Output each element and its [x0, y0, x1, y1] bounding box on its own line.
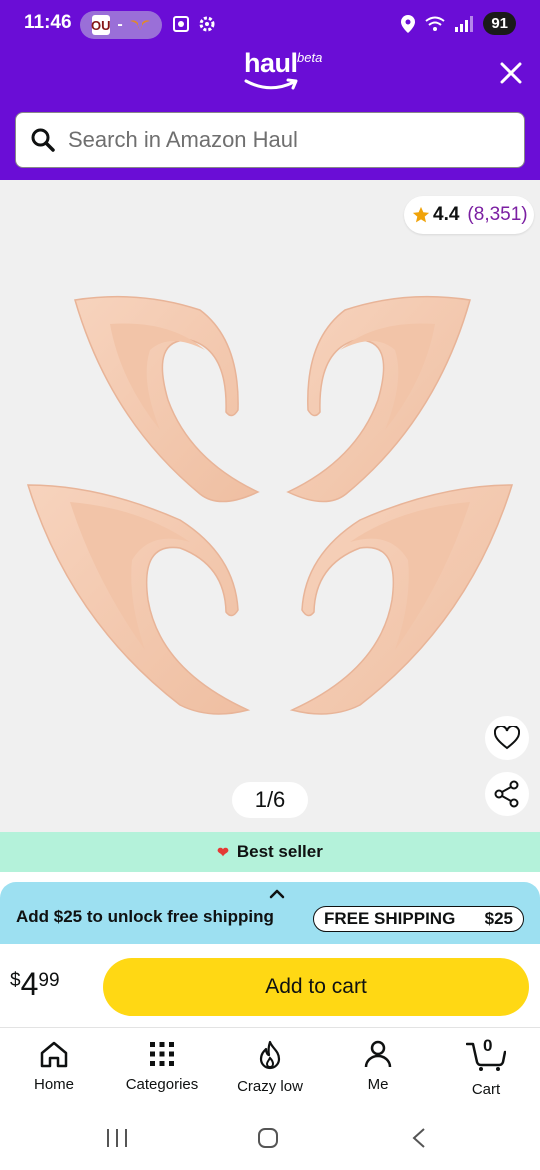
cart-count: 0 [483, 1036, 493, 1055]
free-shipping-label: FREE SHIPPING [324, 909, 456, 928]
free-shipping-panel[interactable]: Add $25 to unlock free shipping FREE SHI… [0, 882, 540, 944]
best-seller-label: Best seller [236, 842, 323, 861]
share-icon [494, 780, 519, 808]
ear-bottom-right [289, 484, 514, 715]
grid-icon [150, 1042, 174, 1066]
ear-top-left [74, 295, 260, 503]
screenshot-icon [173, 16, 189, 32]
back-icon[interactable] [411, 1127, 427, 1149]
logo-beta-badge: beta [297, 50, 323, 65]
flame-icon [259, 1040, 281, 1070]
person-icon [364, 1040, 392, 1068]
best-seller-banner: ❤ Best seller [0, 832, 540, 872]
price-whole: 4 [20, 966, 39, 1002]
free-shipping-badge: FREE SHIPPING $25 [313, 906, 524, 932]
nav-label-crazy-low: Crazy low [237, 1078, 303, 1095]
settings-icon [199, 16, 215, 32]
free-shipping-amount: $25 [484, 909, 513, 928]
nav-item-categories[interactable]: Categories [108, 1028, 216, 1112]
nav-item-me[interactable]: Me [324, 1028, 432, 1112]
ear-top-right [286, 295, 471, 503]
home-icon [40, 1041, 68, 1068]
rating-count: (8,351) [467, 204, 528, 225]
add-to-cart-button[interactable]: Add to cart [103, 958, 529, 1016]
product-image-elf-ears [26, 295, 514, 715]
recent-apps-icon[interactable] [106, 1128, 128, 1148]
nav-item-crazy-low[interactable]: Crazy low [216, 1028, 324, 1112]
logo-wordmark: haul [244, 48, 298, 78]
price-cents: 99 [38, 970, 60, 991]
close-icon[interactable] [498, 60, 524, 86]
image-counter: 1/6 [232, 782, 308, 818]
status-icons-left [172, 15, 216, 33]
status-bar: 11:46 OU - 91 [0, 0, 540, 50]
star-icon [412, 206, 430, 223]
status-time: 11:46 [24, 12, 72, 33]
app-header: 11:46 OU - 91 haul beta [0, 0, 540, 180]
share-button[interactable] [485, 772, 529, 816]
nav-label-cart: Cart [471, 1081, 501, 1098]
bottom-navigation: Home Categories Crazy low Me 0 Cart [0, 1028, 540, 1112]
price-currency: $ [10, 970, 21, 991]
wifi-icon [425, 16, 445, 31]
nav-item-cart[interactable]: 0 Cart [432, 1028, 540, 1112]
nav-label-me: Me [367, 1076, 389, 1093]
battery-indicator: 91 [483, 12, 516, 35]
heart-outline-icon [494, 726, 520, 750]
nav-label-categories: Categories [125, 1076, 199, 1093]
chevron-up-icon[interactable] [268, 888, 286, 900]
search-icon [31, 128, 55, 152]
haul-logo: haul beta [244, 48, 322, 90]
longhorn-icon [130, 20, 151, 30]
nav-item-home[interactable]: Home [0, 1028, 108, 1112]
signal-icon [455, 15, 474, 32]
rating-value: 4.4 [433, 204, 460, 225]
rating-badge[interactable]: 4.4 (8,351) [404, 196, 534, 234]
nav-label-home: Home [33, 1076, 74, 1093]
pill-separator: - [117, 16, 123, 33]
favorite-button[interactable] [485, 716, 529, 760]
smile-arrow-icon [244, 78, 298, 90]
search-bar[interactable] [15, 112, 525, 168]
system-navigation-bar [0, 1112, 540, 1170]
home-system-icon[interactable] [257, 1127, 279, 1149]
team-logo-icon: OU [91, 15, 111, 35]
app-screen: 11:46 OU - 91 haul beta Search in Amazon… [0, 0, 540, 1170]
ear-bottom-left [26, 484, 251, 715]
cart-icon-wrapper: 0 [465, 1036, 507, 1077]
heart-icon: ❤ [217, 843, 229, 860]
shipping-message: Add $25 to unlock free shipping [16, 907, 274, 926]
status-icons-right: 91 [401, 12, 516, 35]
location-icon [401, 14, 416, 33]
search-input[interactable] [68, 127, 498, 153]
live-activity-pill[interactable]: OU - [80, 11, 162, 39]
price: $499 [10, 966, 60, 1003]
